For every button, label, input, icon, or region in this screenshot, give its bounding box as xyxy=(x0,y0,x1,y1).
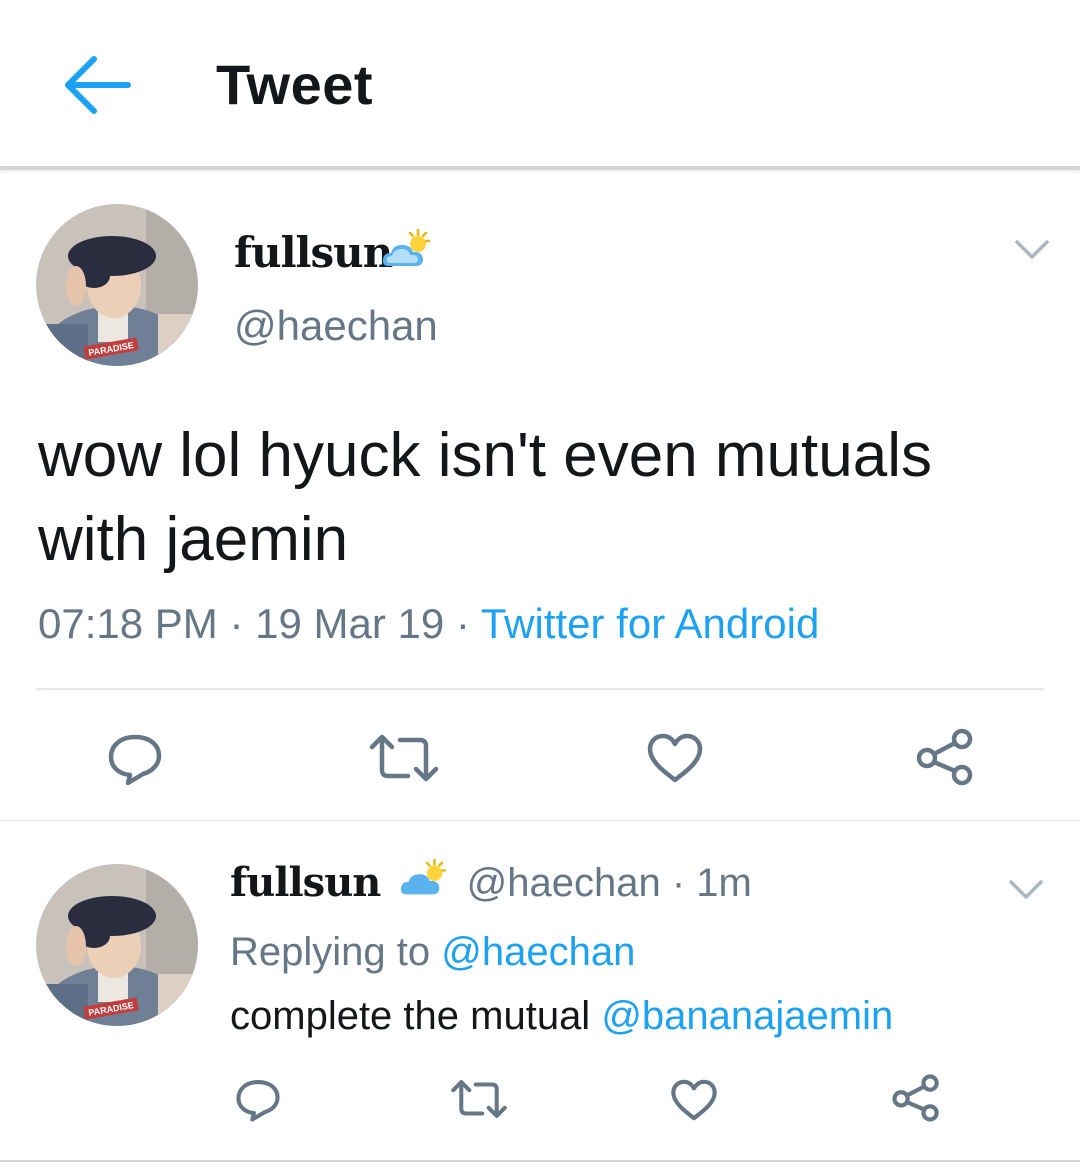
retweet-icon[interactable] xyxy=(368,730,440,786)
avatar-image: PARADISE xyxy=(36,204,198,366)
display-name[interactable]: fullsun xyxy=(234,228,393,277)
meta-separator: · xyxy=(671,861,686,905)
arrow-left-icon xyxy=(65,56,131,114)
meta-separator: · xyxy=(455,600,470,647)
reply-avatar[interactable]: PARADISE xyxy=(36,864,198,1026)
meta-separator: · xyxy=(229,600,244,647)
reply-body: complete the mutual xyxy=(230,994,591,1038)
share-icon[interactable] xyxy=(914,728,976,786)
back-button[interactable] xyxy=(58,50,134,120)
chevron-down-icon[interactable] xyxy=(1008,878,1044,902)
retweet-icon[interactable] xyxy=(450,1076,508,1122)
reply-age: 1m xyxy=(696,861,752,905)
heart-icon[interactable] xyxy=(646,732,704,784)
replying-to-mention[interactable]: @haechan xyxy=(441,930,635,974)
reply-icon[interactable] xyxy=(106,732,164,786)
divider xyxy=(0,820,1080,821)
heart-icon[interactable] xyxy=(670,1078,718,1122)
reply-header: fullsun @haechan · 1m xyxy=(230,858,752,914)
replying-to: Replying to @haechan xyxy=(230,930,635,975)
reply-icon[interactable] xyxy=(234,1078,282,1122)
reply-handle[interactable]: @haechan xyxy=(467,861,661,905)
top-app-bar: Tweet xyxy=(0,0,1080,170)
divider xyxy=(36,688,1044,690)
share-icon[interactable] xyxy=(890,1074,942,1122)
tweet-source-link[interactable]: Twitter for Android xyxy=(481,600,819,647)
avatar[interactable]: PARADISE xyxy=(36,204,198,366)
page-title: Tweet xyxy=(216,53,374,116)
sun-behind-cloud-icon xyxy=(400,858,446,895)
reply-text: complete the mutual @bananajaemin xyxy=(230,994,893,1039)
chevron-down-icon[interactable] xyxy=(1014,238,1050,262)
reply-mention[interactable]: @bananajaemin xyxy=(601,994,893,1038)
avatar-image: PARADISE xyxy=(36,864,198,1026)
divider xyxy=(0,1160,1080,1162)
handle[interactable]: @haechan xyxy=(234,302,438,350)
tweet-text: wow lol hyuck isn't even mutuals with ja… xyxy=(38,421,933,574)
tweet-metadata: 07:18 PM · 19 Mar 19 · Twitter for Andro… xyxy=(38,600,819,648)
replying-to-label: Replying to xyxy=(230,930,431,974)
tweet-time: 07:18 PM xyxy=(38,600,218,647)
reply-display-name[interactable]: fullsun xyxy=(230,859,381,906)
sun-behind-cloud-icon xyxy=(382,228,431,266)
tweet-date: 19 Mar 19 xyxy=(255,600,445,647)
